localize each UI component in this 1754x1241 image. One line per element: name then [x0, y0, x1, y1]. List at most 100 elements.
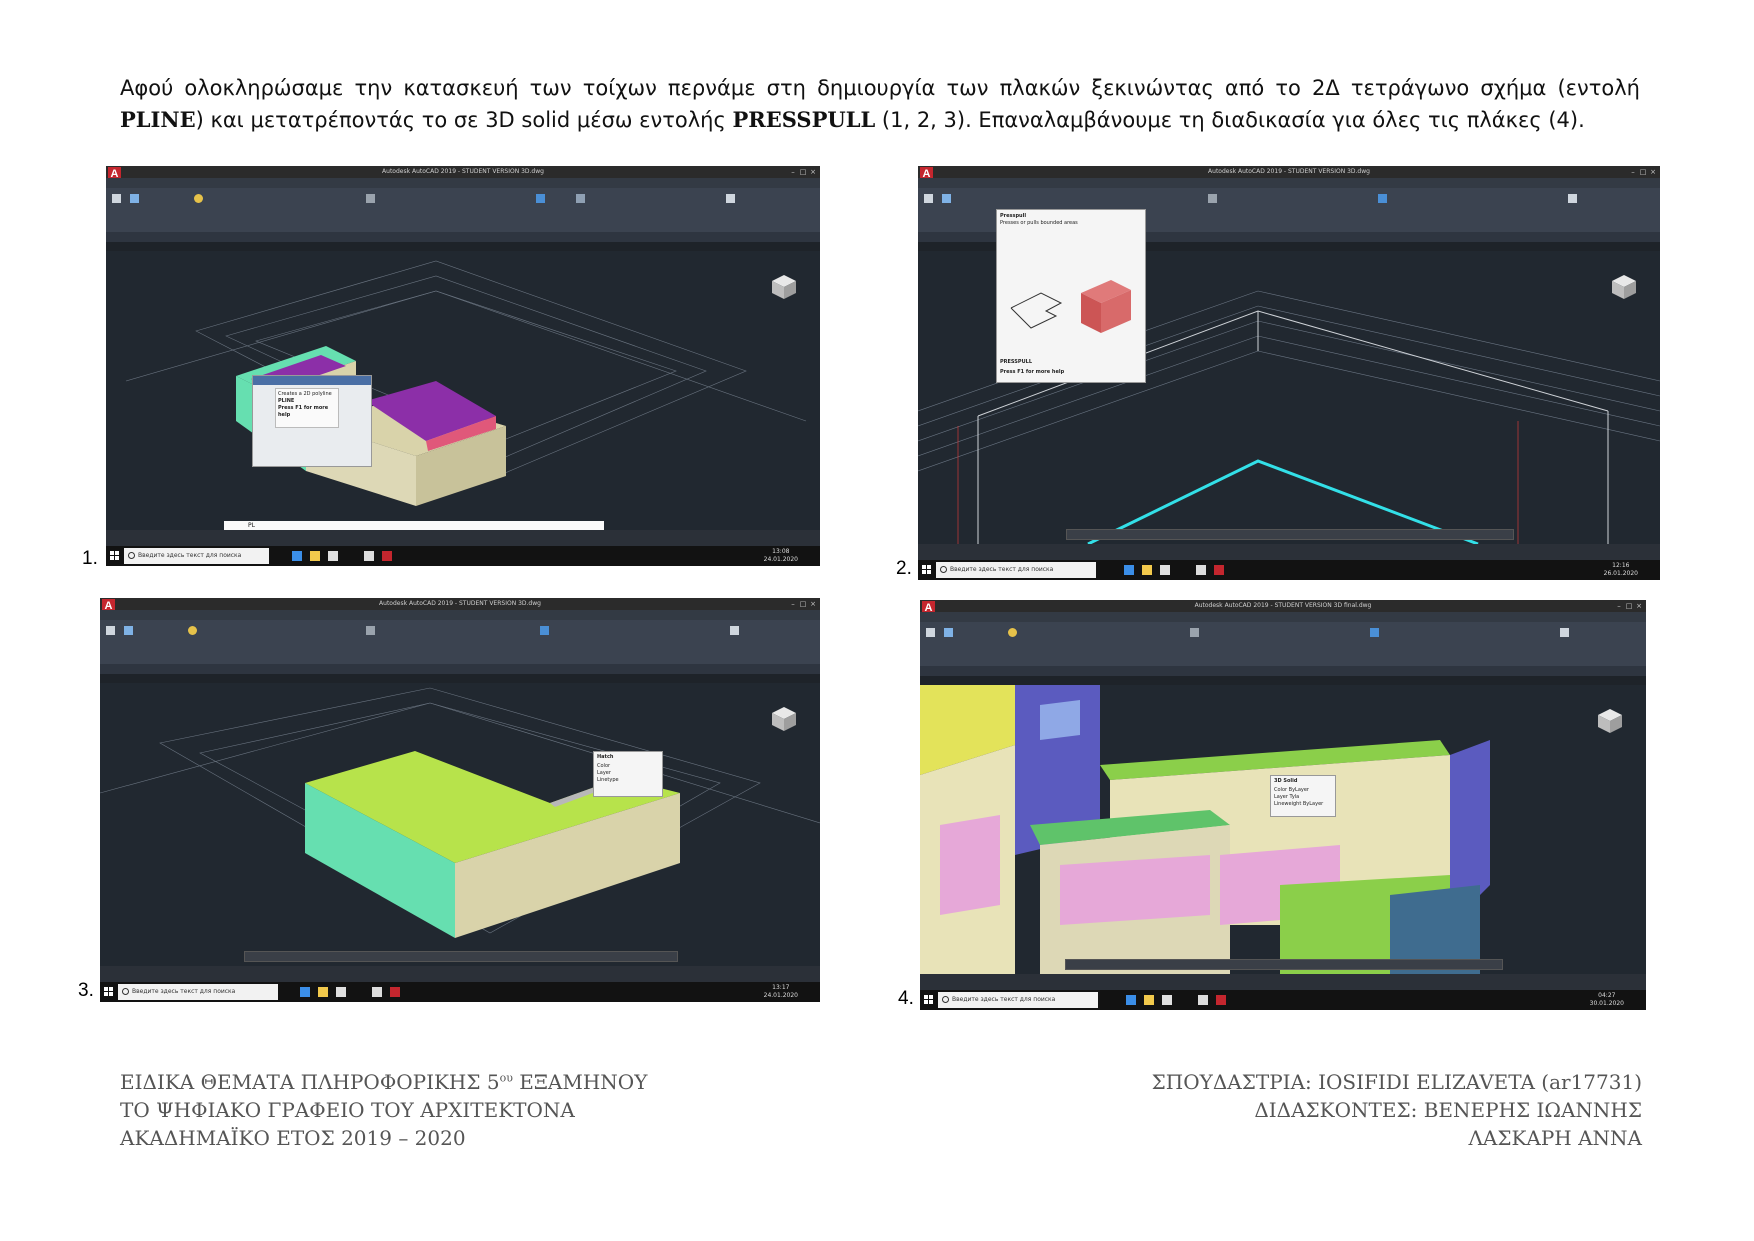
smooth-object-icon[interactable]: [188, 626, 197, 635]
explorer-icon[interactable]: [310, 551, 320, 561]
mail-icon[interactable]: [1198, 995, 1208, 1005]
extrude-icon[interactable]: [124, 626, 133, 635]
section-plane-icon[interactable]: [366, 626, 375, 635]
ribbon-tabs[interactable]: [106, 178, 820, 188]
command-line[interactable]: [244, 951, 678, 962]
explorer-icon[interactable]: [1142, 565, 1152, 575]
close-icon[interactable]: ×: [808, 166, 818, 178]
windows-start-icon[interactable]: [110, 551, 119, 560]
edge-icon[interactable]: [300, 987, 310, 997]
mail-icon[interactable]: [372, 987, 382, 997]
explorer-icon[interactable]: [1144, 995, 1154, 1005]
group-icon[interactable]: [730, 626, 739, 635]
extrude-icon[interactable]: [130, 194, 139, 203]
edge-icon[interactable]: [1124, 565, 1134, 575]
box-icon[interactable]: [112, 194, 121, 203]
ribbon-tabs[interactable]: [920, 612, 1646, 622]
status-bar[interactable]: [106, 530, 820, 546]
group-icon[interactable]: [1560, 628, 1569, 637]
ribbon[interactable]: [100, 620, 820, 664]
viewcube-icon[interactable]: [770, 273, 798, 301]
section-plane-icon[interactable]: [366, 194, 375, 203]
windows-start-icon[interactable]: [924, 995, 933, 1004]
solid-properties-tooltip: 3D Solid Color ByLayer Layer Tyla Linewe…: [1270, 775, 1336, 817]
close-icon[interactable]: ×: [1648, 166, 1658, 178]
intro-text-1: Αφού ολοκληρώσαμε την κατασκευή των τοίχ…: [120, 76, 1640, 100]
maximize-icon[interactable]: □: [1624, 600, 1634, 612]
footer-course-info: ΕΙΔΙΚΑ ΘΕΜΑΤΑ ΠΛΗΡΟΦΟΡΙΚΗΣ 5ου ΕΞΑΜΗΝΟΥ …: [120, 1068, 647, 1152]
section-plane-icon[interactable]: [1190, 628, 1199, 637]
extrude-icon[interactable]: [942, 194, 951, 203]
culling-icon[interactable]: [536, 194, 545, 203]
drawing-viewport[interactable]: Creates a 2D polyline PLINE Press F1 for…: [106, 251, 820, 530]
windows-start-icon[interactable]: [922, 565, 931, 574]
minimize-icon[interactable]: –: [1628, 166, 1638, 178]
pline-tooltip: Creates a 2D polyline PLINE Press F1 for…: [275, 388, 339, 428]
store-icon[interactable]: [336, 987, 346, 997]
taskbar-search[interactable]: Введите здесь текст для поиска: [124, 548, 269, 564]
smooth-object-icon[interactable]: [1008, 628, 1017, 637]
ribbon-tabs[interactable]: [918, 178, 1660, 188]
close-icon[interactable]: ×: [808, 598, 818, 610]
viewcube-icon[interactable]: [770, 705, 798, 733]
status-bar[interactable]: [100, 966, 820, 982]
close-icon[interactable]: ×: [1634, 600, 1644, 612]
document-tabs[interactable]: [106, 242, 820, 251]
screenshot-4: Autodesk AutoCAD 2019 - STUDENT VERSION …: [920, 600, 1646, 1010]
command-autocomplete-popup[interactable]: Creates a 2D polyline PLINE Press F1 for…: [252, 375, 372, 467]
autocad-taskbar-icon[interactable]: [390, 987, 400, 997]
edge-icon[interactable]: [292, 551, 302, 561]
viewcube-icon[interactable]: [1610, 273, 1638, 301]
ribbon-tabs[interactable]: [100, 610, 820, 620]
store-icon[interactable]: [1160, 565, 1170, 575]
screenshot-1: Autodesk AutoCAD 2019 - STUDENT VERSION …: [106, 166, 820, 566]
command-line[interactable]: [1065, 959, 1503, 970]
document-tabs[interactable]: [100, 674, 820, 683]
ribbon[interactable]: [106, 188, 820, 232]
maximize-icon[interactable]: □: [798, 166, 808, 178]
box-icon[interactable]: [924, 194, 933, 203]
command-line[interactable]: [1066, 529, 1514, 540]
footer-course-subtitle: ΤΟ ΨΗΦΙΑΚΟ ΓΡΑΦΕΙΟ ΤΟΥ ΑΡΧΙΤΕΚΤΟΝΑ: [120, 1098, 575, 1122]
maximize-icon[interactable]: □: [1638, 166, 1648, 178]
minimize-icon[interactable]: –: [1614, 600, 1624, 612]
smooth-object-icon[interactable]: [194, 194, 203, 203]
command-input[interactable]: PL: [224, 521, 604, 530]
minimize-icon[interactable]: –: [788, 598, 798, 610]
windows-start-icon[interactable]: [104, 987, 113, 996]
explorer-icon[interactable]: [318, 987, 328, 997]
mail-icon[interactable]: [1196, 565, 1206, 575]
store-icon[interactable]: [328, 551, 338, 561]
mail-icon[interactable]: [364, 551, 374, 561]
taskbar-search[interactable]: Введите здесь текст для поиска: [936, 562, 1096, 578]
store-icon[interactable]: [1162, 995, 1172, 1005]
autocad-taskbar-icon[interactable]: [1214, 565, 1224, 575]
culling-icon[interactable]: [1378, 194, 1387, 203]
edge-icon[interactable]: [1126, 995, 1136, 1005]
gizmo-icon[interactable]: [576, 194, 585, 203]
status-bar[interactable]: [920, 974, 1646, 990]
minimize-icon[interactable]: –: [788, 166, 798, 178]
group-icon[interactable]: [726, 194, 735, 203]
status-bar[interactable]: [918, 544, 1660, 560]
drawing-viewport[interactable]: 3D Solid Color ByLayer Layer Tyla Linewe…: [920, 685, 1646, 974]
section-plane-icon[interactable]: [1208, 194, 1217, 203]
group-icon[interactable]: [1568, 194, 1577, 203]
viewcube-icon[interactable]: [1596, 707, 1624, 735]
box-icon[interactable]: [926, 628, 935, 637]
ribbon[interactable]: [920, 622, 1646, 666]
culling-icon[interactable]: [540, 626, 549, 635]
figure-number-4: 4.: [898, 988, 914, 1009]
extrude-icon[interactable]: [944, 628, 953, 637]
culling-icon[interactable]: [1370, 628, 1379, 637]
taskbar-search[interactable]: Введите здесь текст для поиска: [118, 984, 278, 1000]
titlebar: Autodesk AutoCAD 2019 - STUDENT VERSION …: [106, 166, 820, 178]
autocad-taskbar-icon[interactable]: [1216, 995, 1226, 1005]
document-tabs[interactable]: [920, 676, 1646, 685]
box-icon[interactable]: [106, 626, 115, 635]
autocad-taskbar-icon[interactable]: [382, 551, 392, 561]
drawing-viewport[interactable]: Hatch Color Layer Linetype: [100, 683, 820, 966]
titlebar: Autodesk AutoCAD 2019 - STUDENT VERSION …: [918, 166, 1660, 178]
maximize-icon[interactable]: □: [798, 598, 808, 610]
taskbar-search[interactable]: Введите здесь текст для поиска: [938, 992, 1098, 1008]
